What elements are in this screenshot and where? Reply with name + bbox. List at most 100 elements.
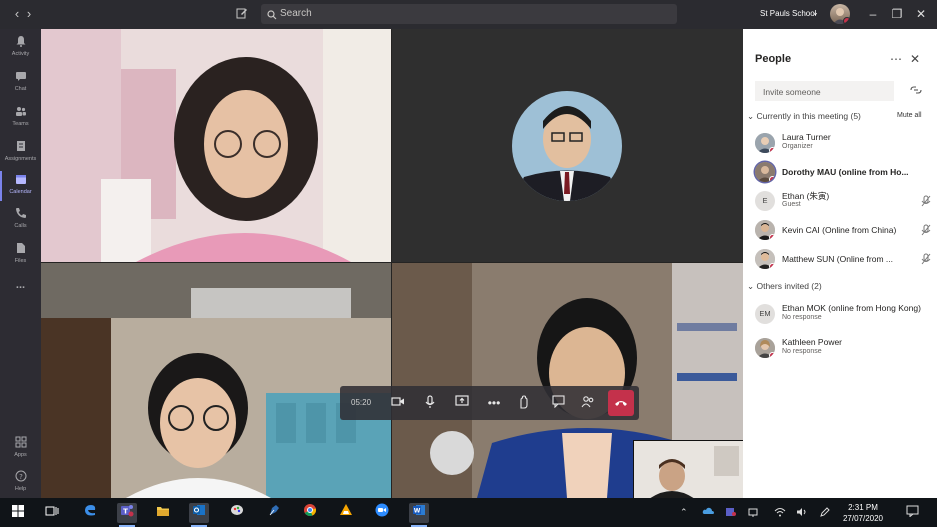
participant-ethan[interactable]: E Ethan (朱寅) Guest [755,188,933,214]
clock-time: 2:31 PM [848,503,878,512]
outlook-icon[interactable] [189,503,209,527]
rail-item-teams[interactable]: Teams [0,101,41,135]
help-icon: ? [14,470,28,484]
participants-icon[interactable] [580,395,596,411]
participant-name: Ethan MOK (online from Hong Kong) [782,303,921,313]
chrome-icon[interactable] [300,503,320,523]
forward-arrow-icon[interactable]: › [22,7,36,21]
minimize-icon[interactable]: – [866,7,880,21]
invite-input[interactable]: Invite someone [755,81,894,101]
participant-laura-turner[interactable]: Laura Turner Organizer [755,130,933,156]
microphone-icon[interactable] [422,395,438,411]
chat-icon [14,70,28,84]
raise-hand-icon[interactable] [516,395,532,411]
edge-browser-icon[interactable] [80,503,100,523]
mic-muted-icon[interactable] [921,195,931,209]
participant-name: Matthew SUN (Online from ... [782,254,894,264]
mic-muted-icon[interactable] [921,253,931,267]
rail-label: Files [14,258,27,264]
windows-start-icon[interactable] [8,503,28,523]
more-options-icon[interactable]: ••• [486,395,502,411]
share-screen-icon[interactable] [454,395,470,411]
rail-item-calendar[interactable]: Calendar [0,169,41,203]
org-switcher-label[interactable]: St Pauls School [760,9,816,18]
participant-dorothy-mau[interactable]: Dorothy MAU (online from Ho... [755,159,933,185]
rail-item-apps[interactable]: Apps [0,432,41,466]
invited-ethan-mok[interactable]: EM Ethan MOK (online from Hong Kong) No … [755,301,933,327]
rail-item-assignments[interactable]: Assignments [0,136,41,170]
invited-kathleen-power[interactable]: Kathleen Power No response [755,335,933,361]
rail-label: Apps [14,452,27,458]
rail-item-files[interactable]: Files [0,238,41,272]
close-window-icon[interactable]: ✕ [914,7,928,21]
in-meeting-header[interactable]: ⌄ Currently in this meeting (5) [747,111,861,122]
panel-more-icon[interactable]: ⋯ [890,52,902,66]
rail-label: Chat [14,86,27,92]
word-icon[interactable]: W [409,503,429,527]
invite-placeholder: Invite someone [763,87,821,97]
share-invite-icon[interactable] [910,85,922,97]
vlc-app-icon[interactable] [336,503,356,523]
status-busy-icon [769,234,775,240]
participant-name: Ethan (朱寅) [782,191,830,201]
rail-label: Activity [11,51,30,57]
onedrive-icon[interactable] [702,507,714,517]
avatar [755,220,775,240]
mic-muted-icon[interactable] [921,224,931,238]
rail-item-calls[interactable]: Calls [0,203,41,237]
status-busy-icon [769,263,775,269]
mute-all-button[interactable]: Mute all [897,112,922,119]
volume-icon[interactable] [796,507,808,519]
avatar: EM [755,304,775,324]
participant-kevin-cai[interactable]: Kevin CAI (Online from China) [755,217,933,243]
chat-panel-icon[interactable] [550,395,566,411]
paint-app-icon[interactable] [227,503,247,523]
video-tile-participant-2[interactable] [392,29,743,262]
call-controls-bar: 05:20 ••• [340,386,639,420]
rail-label: Calendar [9,189,32,195]
status-busy-icon [843,17,850,24]
profile-avatar[interactable] [830,4,850,24]
pen-workspace-icon[interactable] [820,507,830,519]
rail-label: Calls [14,223,27,229]
svg-text:W: W [414,508,421,515]
taskbar-clock[interactable]: 2:31 PM 27/07/2020 [840,502,886,524]
wifi-icon[interactable] [774,507,786,519]
rail-item-chat[interactable]: Chat [0,66,41,100]
teams-app-icon[interactable]: T [117,503,137,527]
participant-matthew-sun[interactable]: Matthew SUN (Online from ... [755,246,933,272]
maximize-icon[interactable]: ❐ [890,7,904,21]
avatar: E [755,191,775,211]
self-view-video[interactable] [633,440,743,498]
rail-label: Help [14,486,27,492]
video-tile-participant-3[interactable] [41,263,391,498]
hang-up-button[interactable] [608,390,634,416]
phone-icon [14,207,28,221]
call-timer: 05:20 [351,398,372,407]
show-hidden-icons-icon[interactable]: ⌃ [680,507,688,518]
rail-item-more[interactable]: ... [0,274,41,308]
search-placeholder: Search [280,8,312,19]
taskbar: T W ⌃ 2:31 PM 27/07/2020 [0,498,937,527]
zoom-app-icon[interactable] [372,503,392,523]
pen-app-icon[interactable] [264,503,284,523]
file-icon [14,242,28,256]
others-invited-header[interactable]: ⌄ Others invited (2) [747,281,822,292]
chevron-down-icon[interactable]: ⌄ [812,8,819,17]
task-view-icon[interactable] [42,503,62,523]
video-tile-participant-1[interactable] [41,29,391,262]
meeting-stage: 05:20 ••• [41,29,743,498]
avatar [755,133,775,153]
search-icon [267,7,279,20]
compose-icon[interactable] [236,7,250,21]
rail-item-activity[interactable]: Activity [0,31,41,65]
search-box[interactable]: Search [261,4,677,24]
notifications-icon[interactable] [906,505,919,519]
file-explorer-icon[interactable] [153,503,173,523]
teams-tray-icon[interactable] [725,507,737,519]
rail-item-help[interactable]: ? Help [0,466,41,500]
status-busy-icon [769,176,775,182]
camera-icon[interactable] [390,395,406,411]
network-icon[interactable] [748,507,760,519]
close-icon[interactable]: ✕ [910,52,920,66]
